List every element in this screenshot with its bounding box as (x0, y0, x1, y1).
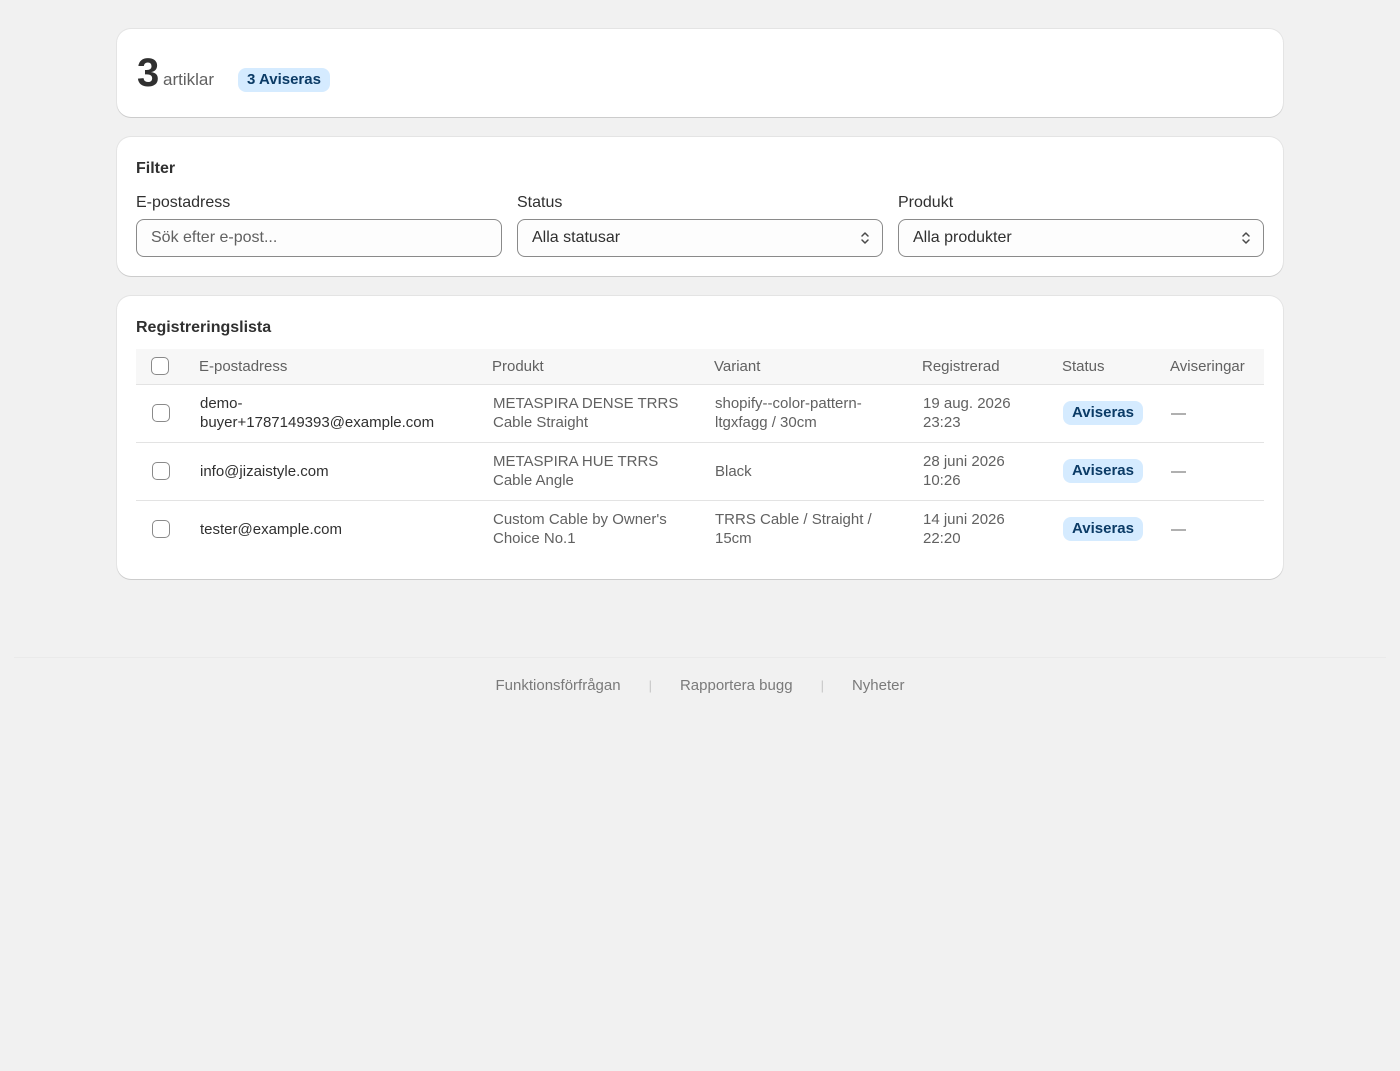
footer-separator: | (820, 678, 824, 693)
column-header-registered[interactable]: Registrerad (922, 349, 1062, 385)
table-header-row: E-postadress Produkt Variant Registrerad… (136, 349, 1264, 385)
table-row[interactable]: tester@example.com Custom Cable by Owner… (136, 500, 1264, 558)
page: 3 artiklar 3 Aviseras Filter E-postadres… (0, 0, 1400, 1071)
filter-title: Filter (136, 160, 176, 177)
email-filter: E-postadress Sök efter e-post... (136, 193, 502, 257)
feature-request-link[interactable]: Funktionsförfrågan (496, 677, 621, 694)
status-badge: Aviseras (1063, 517, 1143, 542)
email-search-input[interactable]: Sök efter e-post... (136, 219, 502, 257)
column-header-email[interactable]: E-postadress (199, 349, 492, 385)
status-badge: Aviseras (1063, 401, 1143, 425)
row-registered: 28 juni 2026 10:26 (922, 442, 1062, 501)
status-summary-badge: 3 Aviseras (238, 68, 330, 92)
news-link[interactable]: Nyheter (852, 677, 905, 694)
row-product: Custom Cable by Owner's Choice No.1 (493, 511, 667, 548)
filter-card: Filter E-postadress Sök efter e-post... … (117, 137, 1283, 276)
registration-list-card: Registreringslista E-postadress Produkt … (117, 296, 1283, 579)
item-count-label: artiklar (163, 70, 215, 89)
product-filter-label: Produkt (898, 194, 954, 211)
row-notifications: — (1170, 442, 1264, 501)
row-notifications: — (1170, 384, 1264, 443)
column-header-notifications[interactable]: Aviseringar (1170, 349, 1264, 385)
table-row[interactable]: info@jizaistyle.com METASPIRA HUE TRRS C… (136, 442, 1264, 501)
row-checkbox[interactable] (152, 462, 170, 480)
registration-table: E-postadress Produkt Variant Registrerad… (136, 349, 1264, 558)
status-filter: Status Alla statusar (517, 193, 883, 257)
row-variant: Black (714, 442, 922, 501)
row-variant: TRRS Cable / Straight / 15cm (715, 511, 872, 548)
row-email: tester@example.com (200, 520, 342, 538)
product-select-value: Alla produkter (913, 229, 1012, 246)
column-header-variant[interactable]: Variant (714, 349, 922, 385)
row-variant: shopify--color-pattern- ltgxfagg / 30cm (714, 384, 922, 443)
row-checkbox[interactable] (152, 520, 170, 539)
select-all-checkbox[interactable] (151, 357, 169, 376)
row-registered: 19 aug. 2026 23:23 (922, 384, 1062, 443)
row-checkbox[interactable] (152, 404, 170, 422)
summary-card: 3 artiklar 3 Aviseras (117, 29, 1283, 117)
product-filter: Produkt Alla produkter (898, 193, 1264, 257)
status-select-value: Alla statusar (532, 229, 621, 246)
select-arrows-icon (861, 232, 869, 244)
item-count: 3 (137, 51, 160, 95)
row-registered: 14 juni 2026 22:20 (923, 511, 1005, 548)
status-badge: Aviseras (1063, 459, 1143, 483)
report-bug-link[interactable]: Rapportera bugg (680, 677, 793, 694)
column-header-status[interactable]: Status (1062, 349, 1170, 385)
footer: Funktionsförfrågan | Rapportera bugg | Nyhet… (0, 677, 1400, 694)
footer-divider (14, 657, 1386, 658)
column-header-product[interactable]: Produkt (492, 349, 714, 385)
row-email: info@jizaistyle.com (199, 442, 492, 501)
footer-separator: | (648, 678, 652, 693)
table-row[interactable]: demo- buyer+1787149393@example.com METAS… (136, 384, 1264, 443)
select-arrows-icon (1242, 232, 1250, 244)
row-notifications: — (1171, 520, 1186, 538)
status-select[interactable]: Alla statusar (517, 219, 883, 257)
email-filter-label: E-postadress (136, 194, 231, 211)
row-email: demo- buyer+1787149393@example.com (199, 384, 492, 443)
registration-list-title: Registreringslista (136, 319, 272, 336)
row-product: METASPIRA HUE TRRS Cable Angle (492, 442, 714, 501)
status-filter-label: Status (517, 194, 563, 211)
row-product: METASPIRA DENSE TRRS Cable Straight (492, 384, 714, 443)
product-select[interactable]: Alla produkter (898, 219, 1264, 257)
